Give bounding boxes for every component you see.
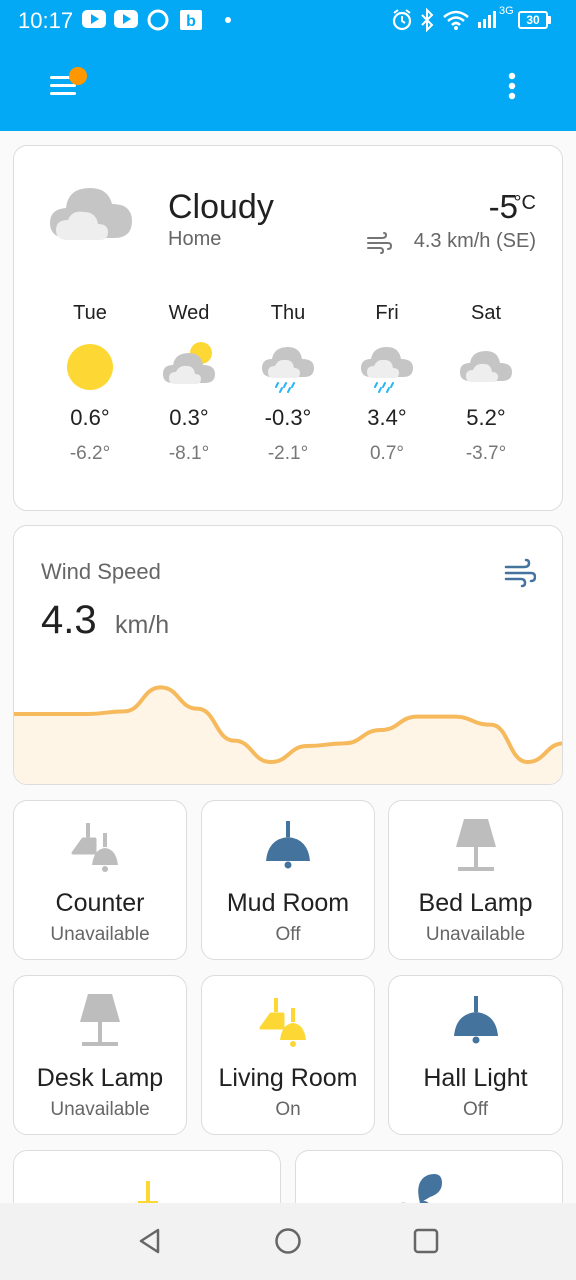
forecast-low: -8.1° [168, 443, 210, 464]
youtube-icon [114, 10, 138, 28]
wind-speed-title: Wind Speed [41, 559, 161, 584]
wind-icon [367, 232, 392, 254]
dot-icon [225, 17, 231, 23]
youtube-icon [82, 10, 106, 28]
wind-speed-value: 4.3 [41, 598, 97, 642]
tile-name: Mud Room [226, 889, 350, 917]
forecast-day-name: Tue [73, 302, 107, 324]
battery-level: 30 [526, 13, 540, 27]
tile-state: On [275, 1099, 301, 1120]
forecast-high: 3.4° [367, 405, 407, 430]
app-bar: 10:17 b 3G 30 [0, 0, 576, 131]
wind-speed-graph [14, 685, 562, 784]
forecast-high: -0.3° [264, 405, 312, 430]
light-tile-hall-light[interactable]: Hall Light Off [388, 975, 563, 1135]
tile-name: Desk Lamp [36, 1064, 164, 1092]
forecast-day: Wed 0.3° -8.1° [139, 302, 239, 465]
light-tile-living-room[interactable]: Living Room On [201, 975, 375, 1135]
cloudy-icon [50, 188, 132, 240]
back-icon[interactable] [136, 1227, 164, 1255]
forecast-day: Tue 0.6° -6.2° [40, 302, 140, 465]
forecast-day: Thu -0.3° -2.1° [238, 302, 338, 465]
circle-app-icon [147, 9, 169, 31]
forecast-low: 0.7° [369, 443, 404, 464]
tile-name: Counter [55, 889, 145, 917]
svg-text:b: b [186, 13, 196, 30]
battery-icon: 30 [518, 11, 548, 29]
weather-forecast-card[interactable]: Cloudy Home -5 °C 4.3 km/h (SE) Tue 0.6°… [13, 145, 563, 511]
forecast-low: -2.1° [267, 443, 309, 464]
tile-state: Unavailable [50, 1099, 150, 1120]
forecast-day-name: Fri [375, 302, 399, 324]
tile-state: Off [275, 924, 301, 945]
weather-location: Home [168, 228, 222, 250]
cloudy-icon [460, 351, 512, 382]
light-tile-bed-lamp[interactable]: Bed Lamp Unavailable [388, 800, 563, 960]
snowy-rainy-icon [361, 347, 413, 393]
forecast-high: 0.6° [70, 405, 110, 430]
battery-tip [548, 16, 551, 24]
bing-icon: b [180, 10, 202, 30]
forecast-high: 5.2° [466, 405, 506, 430]
light-tile-mud-room[interactable]: Mud Room Off [201, 800, 375, 960]
notification-badge [69, 67, 87, 85]
wind-speed-unit: km/h [115, 611, 170, 639]
light-tile-desk-lamp[interactable]: Desk Lamp Unavailable [13, 975, 187, 1135]
forecast-day-name: Wed [168, 302, 210, 324]
tile-state: Unavailable [425, 924, 526, 945]
tile-name: Hall Light [423, 1064, 528, 1092]
wind-summary: 4.3 km/h (SE) [413, 230, 536, 252]
status-bar: 10:17 b 3G 30 [0, 0, 576, 40]
tile-name: Living Room [218, 1064, 358, 1092]
forecast-day: Fri 3.4° 0.7° [337, 302, 437, 465]
forecast-low: -3.7° [465, 443, 507, 464]
forecast-day-name: Thu [270, 302, 306, 324]
forecast-high: 0.3° [169, 405, 209, 430]
bluetooth-icon [421, 8, 434, 32]
network-type: 3G [499, 5, 514, 17]
ceiling-lights-icon [259, 998, 306, 1047]
tile-name: Bed Lamp [418, 889, 533, 917]
lamp-icon [80, 994, 120, 1046]
wind-icon [504, 558, 536, 588]
alarm-icon [392, 9, 412, 31]
tile-state: Off [463, 1099, 488, 1120]
light-tile-counter[interactable]: Counter Unavailable [13, 800, 187, 960]
system-nav-bar [0, 1203, 576, 1280]
forecast-day-name: Sat [470, 302, 502, 324]
more-vert-icon[interactable] [498, 66, 526, 106]
wind-speed-card[interactable]: Wind Speed 4.3 km/h [13, 525, 563, 785]
temperature-unit: °C [513, 192, 536, 214]
recents-icon[interactable] [412, 1227, 440, 1255]
wifi-icon [443, 10, 469, 30]
status-time: 10:17 [18, 8, 74, 33]
ceiling-light-icon [266, 821, 310, 869]
snowy-rainy-icon [262, 347, 314, 393]
forecast-low: -6.2° [69, 443, 111, 464]
home-icon[interactable] [274, 1227, 302, 1255]
ceiling-lights-icon [71, 823, 118, 872]
weather-condition: Cloudy [168, 188, 274, 226]
forecast-day: Sat 5.2° -3.7° [436, 302, 536, 465]
sunny-icon [67, 344, 113, 390]
tile-state: Unavailable [50, 924, 150, 945]
ceiling-light-icon [453, 996, 498, 1044]
lamp-icon [455, 819, 496, 871]
graph-area [14, 687, 562, 784]
partly-cloudy-icon [163, 342, 215, 384]
